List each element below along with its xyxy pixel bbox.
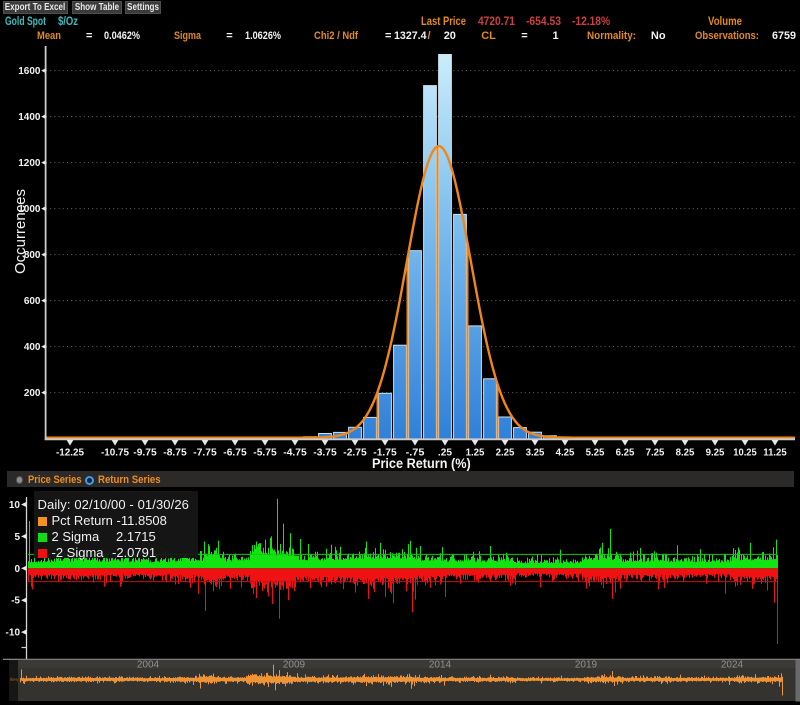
svg-text:-10: -10 bbox=[6, 628, 21, 639]
svg-text:-6.75: -6.75 bbox=[223, 446, 247, 458]
svg-text:2019: 2019 bbox=[575, 660, 598, 671]
svg-text:600: 600 bbox=[24, 296, 41, 307]
svg-text:-8.75: -8.75 bbox=[163, 446, 187, 458]
svg-text:1600: 1600 bbox=[18, 66, 41, 77]
svg-text:2009: 2009 bbox=[283, 660, 306, 671]
svg-text:2014: 2014 bbox=[429, 660, 452, 671]
svg-text:2.25: 2.25 bbox=[496, 446, 515, 458]
svg-text:-5.75: -5.75 bbox=[253, 446, 277, 458]
svg-text:-2.75: -2.75 bbox=[343, 446, 367, 458]
svg-text:-9.75: -9.75 bbox=[133, 446, 157, 458]
svg-text:10.25: 10.25 bbox=[733, 446, 757, 458]
svg-text:5: 5 bbox=[14, 532, 20, 543]
svg-text:8.25: 8.25 bbox=[676, 446, 695, 458]
svg-text:5.25: 5.25 bbox=[586, 446, 605, 458]
svg-text:3.25: 3.25 bbox=[526, 446, 545, 458]
svg-text:-3.75: -3.75 bbox=[313, 446, 337, 458]
svg-text:-10.75: -10.75 bbox=[101, 446, 129, 458]
svg-text:1200: 1200 bbox=[18, 158, 41, 169]
svg-text:-4.75: -4.75 bbox=[283, 446, 307, 458]
svg-text:11.25: 11.25 bbox=[763, 446, 787, 458]
svg-text:2004: 2004 bbox=[137, 660, 160, 671]
svg-text:4.25: 4.25 bbox=[556, 446, 575, 458]
svg-text:9.25: 9.25 bbox=[706, 446, 725, 458]
svg-text:-5: -5 bbox=[11, 596, 20, 607]
svg-text:-12.25: -12.25 bbox=[56, 446, 84, 458]
svg-text:400: 400 bbox=[24, 342, 41, 353]
svg-text:-7.75: -7.75 bbox=[193, 446, 217, 458]
svg-text:2024: 2024 bbox=[721, 660, 744, 671]
svg-text:0: 0 bbox=[14, 564, 20, 575]
svg-text:7.25: 7.25 bbox=[646, 446, 665, 458]
svg-text:200: 200 bbox=[24, 388, 41, 399]
svg-text:1400: 1400 bbox=[18, 112, 41, 123]
svg-text:6.25: 6.25 bbox=[616, 446, 635, 458]
svg-text:10: 10 bbox=[9, 500, 21, 511]
